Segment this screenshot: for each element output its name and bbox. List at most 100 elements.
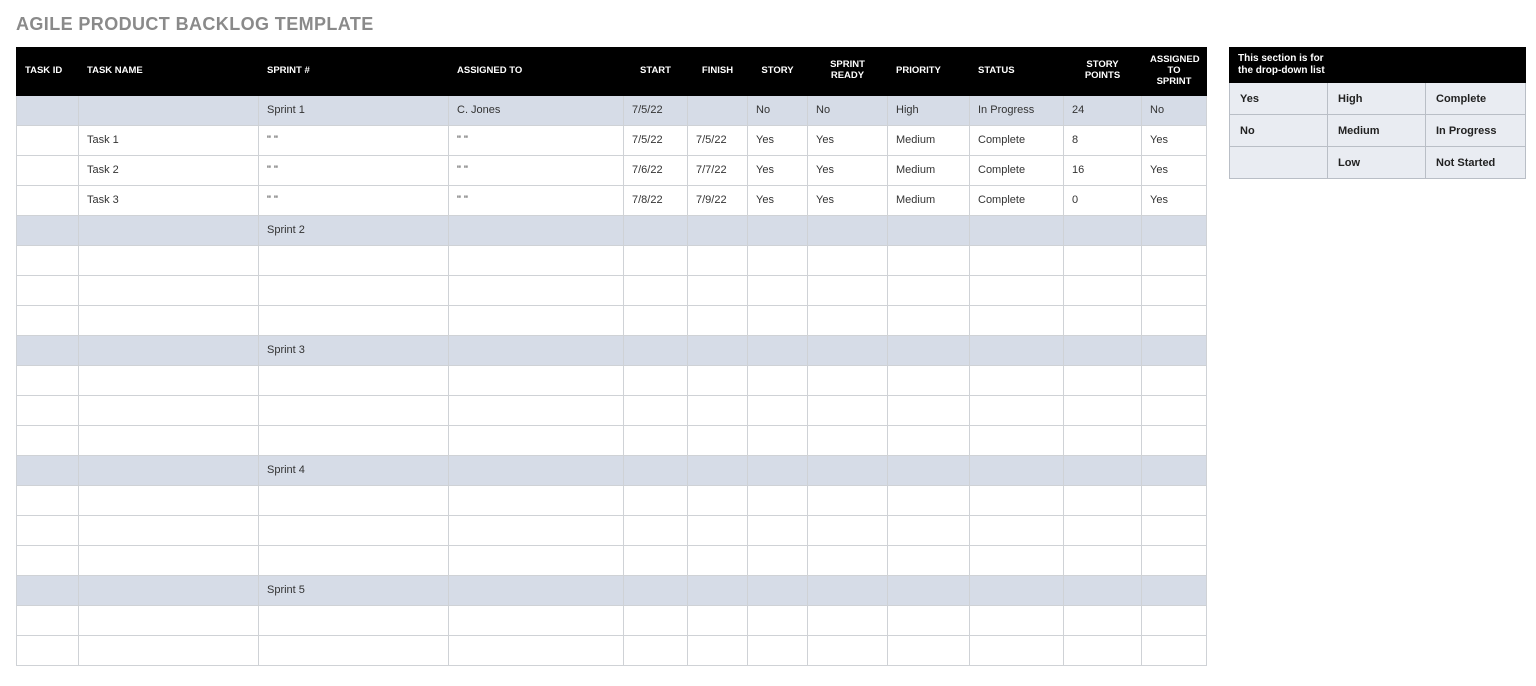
cell-finish[interactable]: 7/9/22 [688,185,748,215]
cell-status[interactable] [970,245,1064,275]
cell-to-sprint[interactable] [1142,335,1207,365]
cell-ready[interactable] [808,245,888,275]
cell-task-id[interactable] [17,305,79,335]
cell-to-sprint[interactable]: No [1142,95,1207,125]
cell-finish[interactable]: 7/7/22 [688,155,748,185]
cell-priority[interactable] [888,605,970,635]
cell-points[interactable] [1064,335,1142,365]
cell-story[interactable]: Yes [748,155,808,185]
cell-points[interactable] [1064,365,1142,395]
cell-start[interactable] [624,215,688,245]
cell-points[interactable] [1064,545,1142,575]
cell-finish[interactable] [688,545,748,575]
cell-task-id[interactable] [17,185,79,215]
cell-finish[interactable] [688,605,748,635]
cell-assigned[interactable] [449,425,624,455]
cell-finish[interactable] [688,635,748,665]
cell-priority[interactable] [888,455,970,485]
cell-sprint[interactable]: Sprint 3 [259,335,449,365]
cell-priority[interactable] [888,275,970,305]
cell-task-id[interactable] [17,545,79,575]
cell-points[interactable] [1064,425,1142,455]
cell-priority[interactable] [888,485,970,515]
cell-finish[interactable] [688,335,748,365]
cell-assigned[interactable] [449,365,624,395]
cell-story[interactable] [748,395,808,425]
cell-start[interactable] [624,245,688,275]
cell-task-name[interactable] [79,215,259,245]
cell-finish[interactable] [688,425,748,455]
cell-priority[interactable] [888,425,970,455]
cell-points[interactable] [1064,485,1142,515]
cell-task-name[interactable] [79,245,259,275]
cell-assigned[interactable] [449,605,624,635]
cell-to-sprint[interactable] [1142,575,1207,605]
cell-ready[interactable] [808,455,888,485]
cell-start[interactable]: 7/6/22 [624,155,688,185]
cell-start[interactable] [624,365,688,395]
cell-status[interactable]: Complete [970,185,1064,215]
cell-sprint[interactable] [259,515,449,545]
cell-to-sprint[interactable]: Yes [1142,155,1207,185]
cell-story[interactable] [748,305,808,335]
cell-start[interactable] [624,455,688,485]
cell-status[interactable] [970,575,1064,605]
cell-points[interactable] [1064,515,1142,545]
cell-sprint[interactable]: Sprint 4 [259,455,449,485]
cell-finish[interactable]: 7/5/22 [688,125,748,155]
cell-story[interactable]: No [748,95,808,125]
cell-task-name[interactable]: Task 2 [79,155,259,185]
cell-to-sprint[interactable] [1142,605,1207,635]
cell-assigned[interactable] [449,305,624,335]
cell-priority[interactable] [888,305,970,335]
cell-to-sprint[interactable] [1142,395,1207,425]
cell-priority[interactable] [888,395,970,425]
cell-to-sprint[interactable] [1142,305,1207,335]
cell-start[interactable] [624,605,688,635]
cell-points[interactable] [1064,395,1142,425]
cell-task-id[interactable] [17,275,79,305]
cell-assigned[interactable]: " " [449,125,624,155]
cell-task-name[interactable]: Task 3 [79,185,259,215]
cell-story[interactable]: Yes [748,185,808,215]
cell-assigned[interactable] [449,545,624,575]
cell-ready[interactable] [808,275,888,305]
cell-to-sprint[interactable]: Yes [1142,125,1207,155]
cell-priority[interactable] [888,575,970,605]
cell-story[interactable] [748,275,808,305]
cell-story[interactable]: Yes [748,125,808,155]
cell-story[interactable] [748,635,808,665]
cell-finish[interactable] [688,395,748,425]
cell-points[interactable] [1064,605,1142,635]
cell-ready[interactable]: Yes [808,155,888,185]
cell-priority[interactable]: High [888,95,970,125]
cell-status[interactable] [970,455,1064,485]
cell-story[interactable] [748,455,808,485]
cell-story[interactable] [748,335,808,365]
cell-status[interactable] [970,305,1064,335]
cell-status[interactable] [970,515,1064,545]
cell-start[interactable] [624,635,688,665]
cell-priority[interactable]: Medium [888,125,970,155]
cell-assigned[interactable] [449,215,624,245]
cell-start[interactable] [624,515,688,545]
cell-to-sprint[interactable] [1142,635,1207,665]
cell-task-name[interactable] [79,515,259,545]
cell-to-sprint[interactable] [1142,275,1207,305]
cell-task-name[interactable]: Task 1 [79,125,259,155]
cell-assigned[interactable] [449,515,624,545]
cell-to-sprint[interactable] [1142,485,1207,515]
cell-points[interactable] [1064,215,1142,245]
cell-finish[interactable] [688,485,748,515]
cell-ready[interactable] [808,545,888,575]
cell-ready[interactable] [808,305,888,335]
cell-sprint[interactable]: " " [259,155,449,185]
cell-task-name[interactable] [79,95,259,125]
cell-finish[interactable] [688,455,748,485]
cell-story[interactable] [748,245,808,275]
cell-status[interactable]: Complete [970,155,1064,185]
cell-status[interactable] [970,545,1064,575]
cell-priority[interactable] [888,335,970,365]
cell-sprint[interactable] [259,485,449,515]
cell-status[interactable] [970,425,1064,455]
